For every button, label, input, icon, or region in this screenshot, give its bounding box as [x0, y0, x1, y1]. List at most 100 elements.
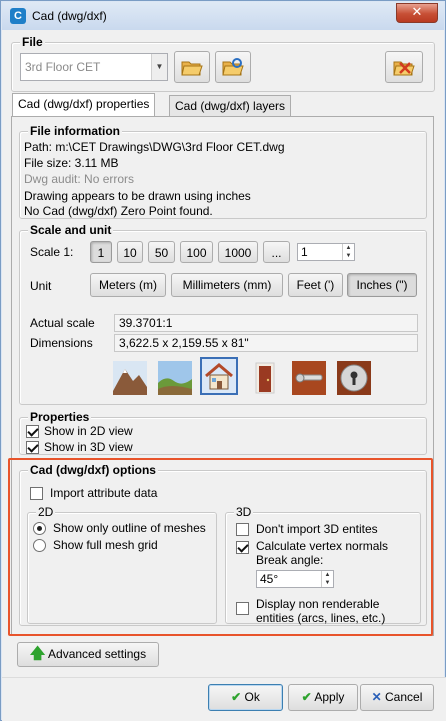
scale-50-button[interactable]: 50: [148, 241, 175, 263]
open-folder-button[interactable]: [174, 51, 210, 83]
unit-millimeters-button[interactable]: Millimeters (mm): [171, 273, 283, 297]
break-angle-value: 45°: [260, 572, 279, 586]
door-icon: [255, 362, 275, 394]
import-attribute-label: Import attribute data: [50, 486, 158, 500]
file-information-legend: File information: [28, 124, 122, 138]
scale-unit-legend: Scale and unit: [28, 223, 114, 237]
remove-file-button[interactable]: [385, 51, 423, 83]
file-legend: File: [20, 35, 45, 49]
chevron-down-icon[interactable]: ▼: [151, 54, 167, 80]
break-angle-spinner[interactable]: 45° ▲ ▼: [256, 570, 334, 588]
dont-import-3d-checkbox[interactable]: [236, 523, 249, 536]
app-icon: C: [10, 8, 26, 24]
cancel-button[interactable]: ✕ Cancel: [360, 684, 434, 711]
options-3d-legend: 3D: [234, 505, 254, 519]
import-attribute-checkbox[interactable]: [30, 487, 43, 500]
full-grid-label: Show full mesh grid: [53, 538, 158, 552]
file-path: Path: m:\CET Drawings\DWG\3rd Floor CET.…: [24, 140, 285, 154]
options-2d-group: 2D Show only outline of meshes Show full…: [27, 505, 217, 624]
folder-open-icon: [181, 61, 203, 76]
drawing-note-units: Drawing appears to be drawn using inches: [24, 189, 251, 203]
drawing-note-zero-point: No Cad (dwg/dxf) Zero Point found.: [24, 204, 213, 218]
close-button[interactable]: ✕: [396, 3, 438, 23]
unit-label: Unit: [30, 279, 52, 293]
show-2d-label: Show in 2D view: [44, 424, 133, 438]
file-size: File size: 3.11 MB: [24, 156, 119, 170]
options-2d-legend: 2D: [36, 505, 56, 519]
dialog-window: C Cad (dwg/dxf) ✕ File 3rd Floor CET ▼ C…: [0, 0, 446, 721]
unit-feet-button[interactable]: Feet ('): [288, 273, 343, 297]
arrow-up-icon: 🡅: [29, 645, 46, 662]
scale-100-button[interactable]: 100: [180, 241, 213, 263]
checkmark-icon: ✔: [301, 690, 312, 704]
calc-normals-checkbox[interactable]: [236, 541, 249, 554]
file-combo[interactable]: 3rd Floor CET ▼: [20, 53, 168, 81]
scale-1-button[interactable]: 1: [90, 241, 112, 263]
mountain-icon: [113, 361, 147, 395]
unit-meters-button[interactable]: Meters (m): [90, 273, 166, 297]
properties-panel: File information Path: m:\CET Drawings\D…: [11, 116, 434, 636]
break-angle-label: Break angle:: [256, 553, 324, 567]
outline-radio[interactable]: [33, 522, 46, 535]
cad-options-legend: Cad (dwg/dxf) options: [28, 463, 158, 477]
scale-reference-keyhole[interactable]: [335, 359, 373, 397]
file-information-group: File information Path: m:\CET Drawings\D…: [19, 124, 427, 219]
non-renderable-label-2: entities (arcs, lines, etc.): [256, 611, 386, 625]
apply-button[interactable]: ✔ Apply: [288, 684, 358, 711]
actual-scale-value: 39.3701:1: [114, 314, 418, 332]
cancel-x-icon: ✕: [371, 690, 382, 704]
dimensions-label: Dimensions: [30, 336, 93, 350]
scale-spinner-value: 1: [301, 245, 308, 259]
spinner-arrows-icon[interactable]: ▲ ▼: [342, 244, 354, 260]
show-3d-label: Show in 3D view: [44, 440, 133, 454]
dont-import-3d-label: Don't import 3D entites: [256, 522, 378, 536]
show-3d-checkbox[interactable]: [26, 441, 39, 454]
checkmark-icon: ✔: [231, 690, 242, 704]
advanced-settings-label: Advanced settings: [48, 647, 147, 661]
keyhole-icon: [337, 361, 371, 395]
tab-layers[interactable]: Cad (dwg/dxf) layers: [169, 95, 292, 116]
scale-reference-landscape[interactable]: [156, 359, 194, 397]
cancel-label: Cancel: [385, 690, 423, 704]
scale-more-button[interactable]: ...: [263, 241, 290, 263]
calc-normals-label: Calculate vertex normals: [256, 539, 389, 553]
door-handle-icon: [292, 361, 326, 395]
actual-scale-label: Actual scale: [30, 316, 95, 330]
spinner-arrows-icon[interactable]: ▲ ▼: [321, 571, 333, 587]
scale-1000-button[interactable]: 1000: [218, 241, 258, 263]
scale-reference-handle[interactable]: [290, 359, 328, 397]
landscape-icon: [158, 361, 192, 395]
scale-label: Scale 1:: [30, 245, 74, 259]
outline-label: Show only outline of meshes: [53, 521, 206, 535]
file-group: File 3rd Floor CET ▼: [11, 35, 435, 92]
scale-reference-house[interactable]: [200, 357, 238, 395]
scale-10-button[interactable]: 10: [117, 241, 143, 263]
properties-legend: Properties: [28, 410, 92, 424]
apply-label: Apply: [314, 690, 345, 704]
unit-inches-button[interactable]: Inches ("): [347, 273, 417, 297]
scale-unit-group: Scale and unit Scale 1: 1 10 50 100 1000…: [19, 223, 427, 405]
options-3d-group: 3D Don't import 3D entites Calculate ver…: [225, 505, 421, 625]
show-2d-checkbox[interactable]: [26, 425, 39, 438]
advanced-settings-button[interactable]: 🡅 Advanced settings: [17, 642, 159, 667]
tab-properties[interactable]: Cad (dwg/dxf) properties: [12, 93, 156, 116]
properties-group: Properties Show in 2D view Show in 3D vi…: [19, 410, 427, 455]
ok-label: Ok: [244, 690, 260, 704]
folder-refresh-icon: [222, 58, 244, 76]
title-bar: C Cad (dwg/dxf) ✕: [2, 2, 444, 30]
reload-folder-button[interactable]: [215, 51, 251, 83]
dimensions-value: 3,622.5 x 2,159.55 x 81": [114, 334, 418, 352]
non-renderable-label-1: Display non renderable: [256, 597, 380, 611]
non-renderable-checkbox[interactable]: [236, 602, 249, 615]
dwg-audit: Dwg audit: No errors: [24, 172, 135, 186]
ok-button[interactable]: ✔ Ok: [208, 684, 283, 711]
house-icon: [205, 363, 233, 390]
scale-reference-mountain[interactable]: [111, 359, 149, 397]
dialog-button-bar: ✔ Ok ✔ Apply ✕ Cancel: [2, 677, 446, 721]
scale-spinner[interactable]: 1 ▲ ▼: [297, 243, 355, 261]
file-combo-value: 3rd Floor CET: [25, 60, 101, 74]
window-title: Cad (dwg/dxf): [32, 9, 107, 23]
full-grid-radio[interactable]: [33, 539, 46, 552]
scale-reference-door[interactable]: [246, 359, 284, 397]
cad-options-group: Cad (dwg/dxf) options Import attribute d…: [19, 463, 427, 626]
